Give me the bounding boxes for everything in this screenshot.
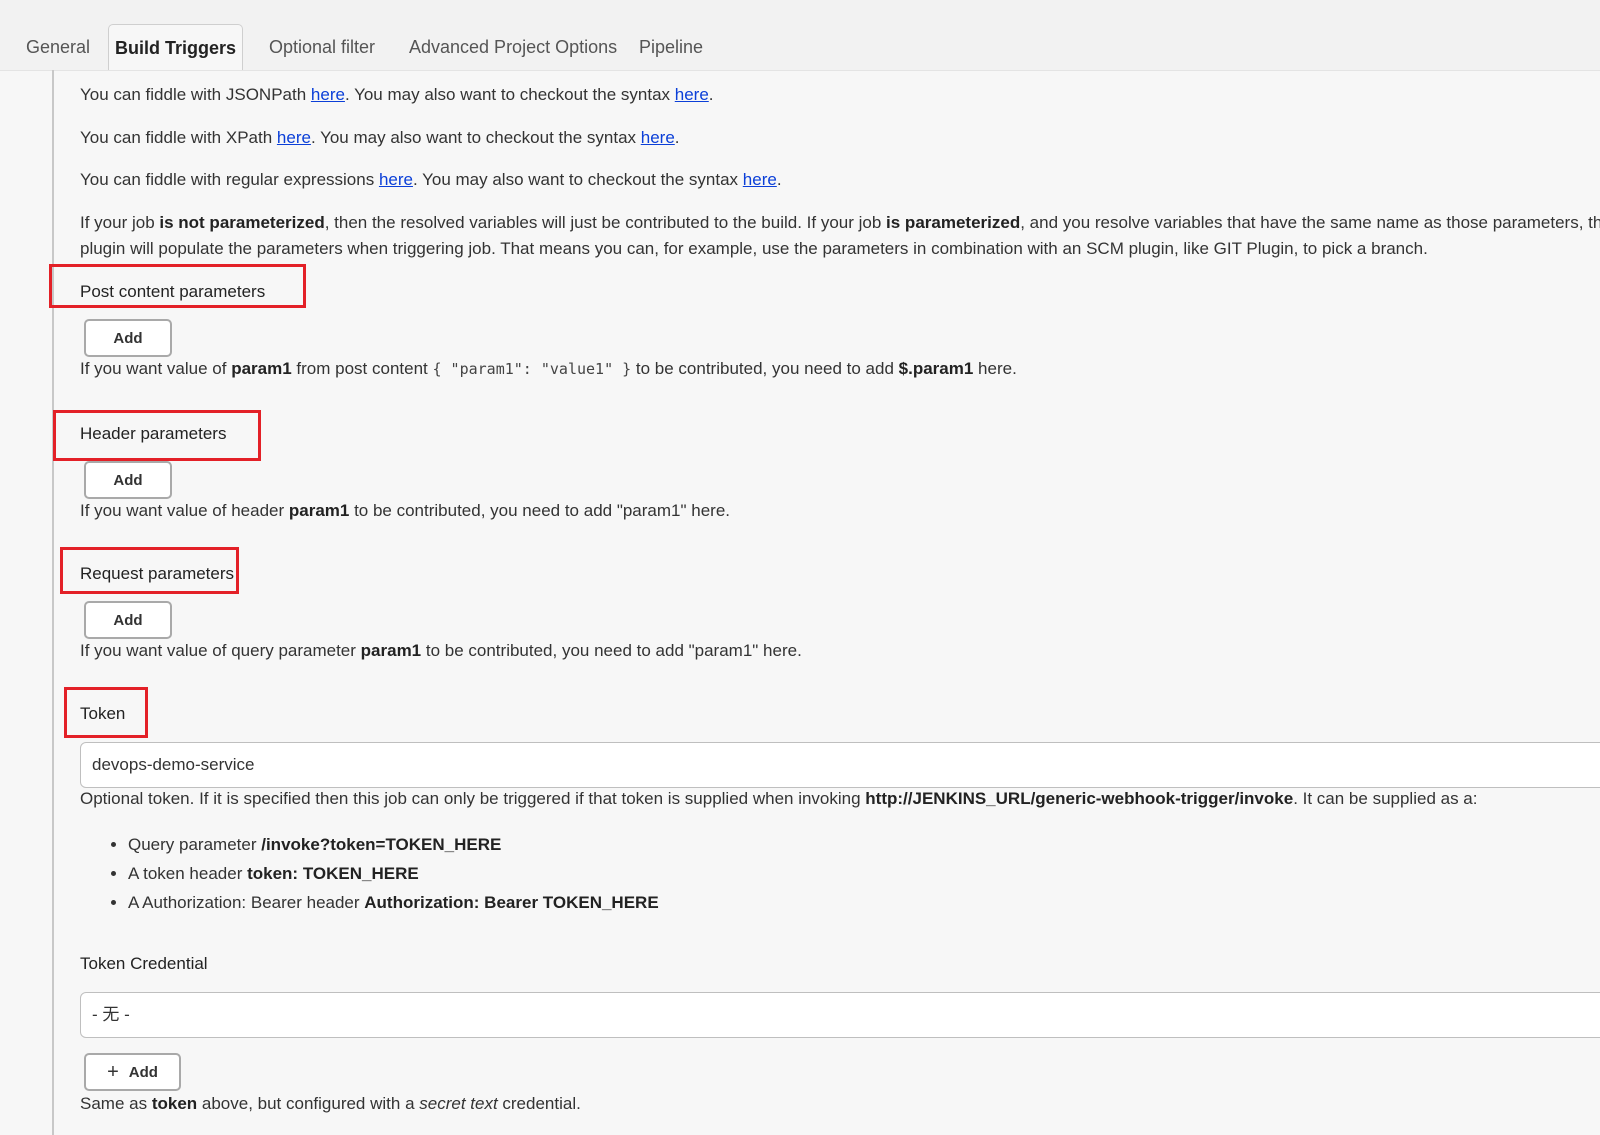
token-help-text-1: Optional token. If it is specified then … xyxy=(80,789,866,808)
list-item: A Authorization: Bearer header Authoriza… xyxy=(128,888,659,917)
jsonpath-help-end: . xyxy=(708,85,714,104)
post-content-help-bold-2: $.param1 xyxy=(898,359,974,378)
header-params-help-text-1: If you want value of header xyxy=(80,501,289,520)
xpath-help: You can fiddle with XPath here. You may … xyxy=(80,125,680,151)
header-parameters-title: Header parameters xyxy=(80,424,227,443)
header-params-add-button[interactable]: Add xyxy=(84,461,172,499)
token-credential-select[interactable]: - 无 - xyxy=(80,992,1600,1038)
jsonpath-fiddle-link[interactable]: here xyxy=(311,85,345,104)
request-params-add-button[interactable]: Add xyxy=(84,601,172,639)
xpath-syntax-link[interactable]: here xyxy=(641,128,675,147)
regex-help: You can fiddle with regular expressions … xyxy=(80,167,782,193)
token-help-text-2: . It can be supplied as a: xyxy=(1293,789,1478,808)
request-params-help: If you want value of query parameter par… xyxy=(80,638,802,664)
parameterized-help-line-1: If your job is not parameterized, then t… xyxy=(80,210,1600,236)
header-params-help-text-2: to be contributed, you need to add "para… xyxy=(349,501,731,520)
regex-syntax-link[interactable]: here xyxy=(743,170,777,189)
xpath-help-text-2: . You may also want to checkout the synt… xyxy=(310,128,641,147)
token-credential-add-button[interactable]: + Add xyxy=(84,1053,181,1091)
tab-optional-filter[interactable]: Optional filter xyxy=(257,24,387,70)
post-content-help-text-2: from post content xyxy=(291,359,433,378)
regex-help-text-2: . You may also want to checkout the synt… xyxy=(412,170,743,189)
request-parameters-title: Request parameters xyxy=(80,564,235,583)
header-params-help-bold: param1 xyxy=(288,501,350,520)
token-input[interactable]: devops-demo-service xyxy=(80,742,1600,788)
tab-build-triggers[interactable]: Build Triggers xyxy=(108,24,243,70)
token-credential-help-bold: token xyxy=(151,1094,198,1113)
add-button-label: Add xyxy=(128,1063,158,1081)
jsonpath-help-text: You can fiddle with JSONPath xyxy=(80,85,311,104)
section-indent-rail xyxy=(52,70,54,1135)
regex-fiddle-link[interactable]: here xyxy=(379,170,413,189)
parameterized-bold-1: is not parameterized xyxy=(159,213,325,232)
parameterized-text-1: If your job xyxy=(80,213,160,232)
request-params-help-bold: param1 xyxy=(360,641,422,660)
regex-help-end: . xyxy=(776,170,782,189)
post-content-help: If you want value of param1 from post co… xyxy=(80,356,1017,382)
token-credential-help: Same as token above, but configured with… xyxy=(80,1091,581,1117)
xpath-help-end: . xyxy=(674,128,680,147)
parameterized-text-3: , and you resolve variables that have th… xyxy=(1020,213,1600,232)
list-item-bold: token: TOKEN_HERE xyxy=(247,864,419,883)
post-content-help-bold-1: param1 xyxy=(231,359,292,378)
token-credential-help-text-1: Same as xyxy=(80,1094,152,1113)
plus-icon: + xyxy=(107,1061,119,1083)
parameterized-bold-2: is parameterized xyxy=(886,213,1021,232)
tab-bar: General Build Triggers Optional filter A… xyxy=(0,0,1600,71)
token-credential-help-text-2: above, but configured with a xyxy=(197,1094,420,1113)
xpath-help-text: You can fiddle with XPath xyxy=(80,128,277,147)
list-item-bold: /invoke?token=TOKEN_HERE xyxy=(261,835,502,854)
jsonpath-help-text-2: . You may also want to checkout the synt… xyxy=(344,85,675,104)
post-content-help-text-3: to be contributed, you need to add xyxy=(631,359,899,378)
post-content-help-text-4: here. xyxy=(973,359,1017,378)
list-item-text: A Authorization: Bearer header xyxy=(128,893,365,912)
list-item-text: A token header xyxy=(128,864,248,883)
post-content-add-button[interactable]: Add xyxy=(84,319,172,357)
request-params-help-text-1: If you want value of query parameter xyxy=(80,641,361,660)
jsonpath-help: You can fiddle with JSONPath here. You m… xyxy=(80,82,714,108)
tab-pipeline[interactable]: Pipeline xyxy=(627,24,715,70)
request-params-help-text-2: to be contributed, you need to add "para… xyxy=(421,641,802,660)
token-title: Token xyxy=(80,704,126,723)
list-item-text: Query parameter xyxy=(128,835,262,854)
header-params-help: If you want value of header param1 to be… xyxy=(80,498,730,524)
list-item: A token header token: TOKEN_HERE xyxy=(128,859,659,888)
list-item: Query parameter /invoke?token=TOKEN_HERE xyxy=(128,830,659,859)
post-content-help-text-1: If you want value of xyxy=(80,359,232,378)
token-credential-title: Token Credential xyxy=(80,954,208,973)
tab-advanced-project-options[interactable]: Advanced Project Options xyxy=(397,24,629,70)
token-credential-help-italic: secret text xyxy=(419,1094,498,1113)
token-help-url: http://JENKINS_URL/generic-webhook-trigg… xyxy=(865,789,1294,808)
post-content-help-code: { "param1": "value1" } xyxy=(432,360,632,378)
regex-help-text: You can fiddle with regular expressions xyxy=(80,170,379,189)
parameterized-text-2: , then the resolved variables will just … xyxy=(324,213,887,232)
parameterized-help-line-2: plugin will populate the parameters when… xyxy=(80,239,1428,258)
token-help: Optional token. If it is specified then … xyxy=(80,786,1477,812)
jsonpath-syntax-link[interactable]: here xyxy=(675,85,709,104)
xpath-fiddle-link[interactable]: here xyxy=(277,128,311,147)
list-item-bold: Authorization: Bearer TOKEN_HERE xyxy=(364,893,659,912)
token-credential-help-text-3: credential. xyxy=(497,1094,581,1113)
token-supply-methods-list: Query parameter /invoke?token=TOKEN_HERE… xyxy=(78,830,659,917)
post-content-parameters-title: Post content parameters xyxy=(80,282,266,301)
tab-general[interactable]: General xyxy=(14,24,102,70)
